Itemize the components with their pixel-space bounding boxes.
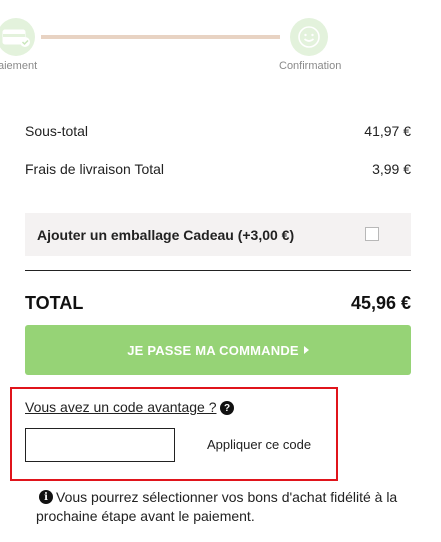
subtotal-value: 41,97 €: [364, 123, 411, 139]
payment-step-icon: [0, 18, 35, 56]
loyalty-info-text: Vous pourrez sélectionner vos bons d'ach…: [36, 489, 398, 524]
total-row: TOTAL 45,96 €: [25, 293, 411, 314]
coupon-code-input[interactable]: [25, 428, 175, 462]
apply-code-button[interactable]: Appliquer ce code: [207, 437, 311, 452]
shipping-row: Frais de livraison Total 3,99 €: [25, 161, 411, 177]
gift-wrap-option[interactable]: Ajouter un emballage Cadeau (+3,00 €): [25, 213, 411, 256]
step-label-payment: aiement: [0, 60, 38, 72]
shipping-value: 3,99 €: [372, 161, 411, 177]
chevron-right-icon: [303, 346, 309, 354]
subtotal-row: Sous-total 41,97 €: [25, 123, 411, 139]
place-order-button[interactable]: JE PASSE MA COMMANDE: [25, 325, 411, 375]
step-label-confirmation: Confirmation: [279, 60, 342, 72]
subtotal-label: Sous-total: [25, 123, 89, 139]
gift-wrap-label: Ajouter un emballage Cadeau (+3,00 €): [37, 227, 295, 243]
place-order-label: JE PASSE MA COMMANDE: [127, 342, 299, 358]
progress-line: [41, 35, 280, 39]
help-icon[interactable]: ?: [220, 401, 234, 415]
coupon-toggle-link[interactable]: Vous avez un code avantage ?: [25, 399, 216, 415]
total-value: 45,96 €: [350, 293, 411, 313]
shipping-label: Frais de livraison Total: [25, 161, 165, 177]
confirmation-step-icon: [290, 18, 328, 56]
divider: [25, 270, 411, 271]
gift-wrap-checkbox[interactable]: [365, 227, 379, 241]
total-label: TOTAL: [25, 293, 84, 313]
